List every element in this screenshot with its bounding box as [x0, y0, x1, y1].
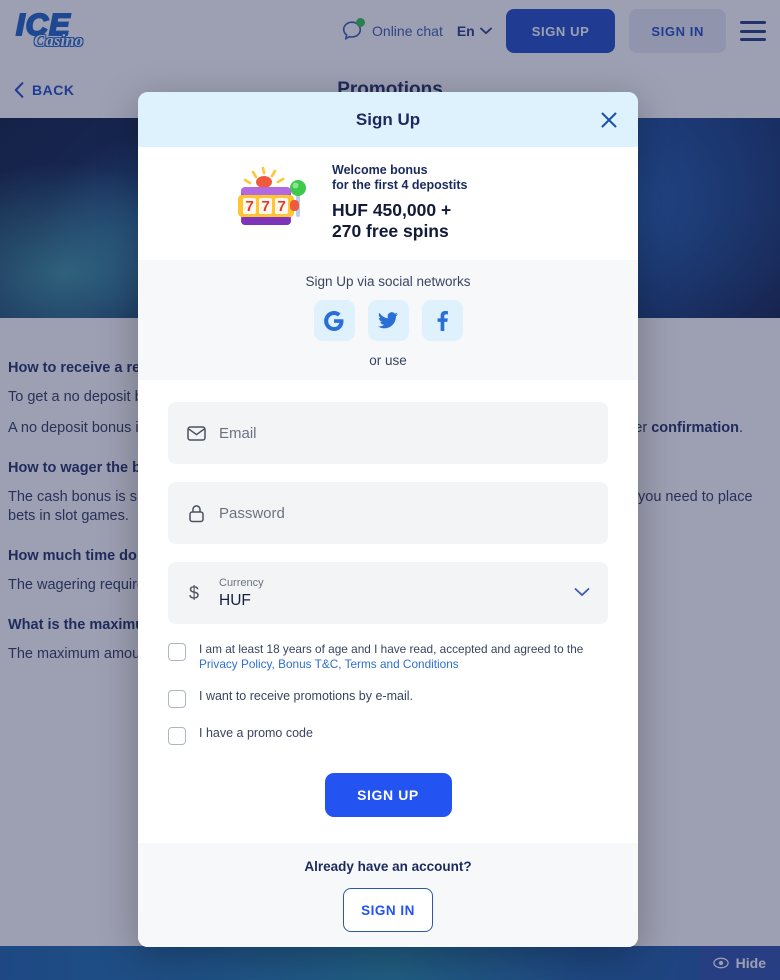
age-terms-label: I am at least 18 years of age and I have… — [199, 642, 608, 671]
google-signup-button[interactable] — [313, 300, 355, 341]
envelope-icon — [186, 423, 206, 443]
page-root: ICE Casino Online chat En SIGN UP SIGN I… — [0, 0, 780, 980]
facebook-icon — [437, 310, 448, 331]
bonus-line-2: for the first 4 depostits — [332, 178, 468, 192]
or-use-label: or use — [369, 353, 407, 368]
age-terms-checkbox[interactable] — [168, 643, 186, 661]
consent-checkbox-group: I am at least 18 years of age and I have… — [168, 642, 608, 745]
privacy-policy-link[interactable]: Privacy Policy, — [199, 657, 275, 671]
email-field[interactable]: Email — [168, 402, 608, 464]
svg-text:$: $ — [189, 583, 199, 603]
signup-modal: Sign Up 7 7 7 Welcome bonus for the firs… — [138, 92, 638, 947]
svg-text:7: 7 — [262, 198, 270, 215]
google-icon — [324, 310, 344, 331]
password-placeholder: Password — [219, 504, 285, 522]
modal-header: Sign Up — [138, 92, 638, 147]
welcome-bonus-banner: 777 Welcome bonus for the first 4 depost… — [138, 147, 638, 260]
currency-select[interactable]: $ Currency HUF — [168, 562, 608, 624]
password-field[interactable]: Password — [168, 482, 608, 544]
modal-footer: Already have an account? SIGN IN — [138, 843, 638, 947]
promo-code-checkbox[interactable] — [168, 727, 186, 745]
submit-row: SIGN UP — [168, 763, 608, 843]
promo-code-label: I have a promo code — [199, 726, 313, 740]
social-signup-title: Sign Up via social networks — [305, 274, 471, 289]
terms-conditions-link[interactable]: Terms and Conditions — [345, 657, 459, 671]
lock-icon — [186, 503, 206, 523]
svg-text:7: 7 — [246, 198, 254, 215]
svg-text:7: 7 — [278, 198, 286, 215]
promo-code-checkbox-row[interactable]: I have a promo code — [168, 726, 608, 745]
facebook-signup-button[interactable] — [421, 300, 463, 341]
modal-title: Sign Up — [355, 109, 421, 129]
bonus-line-1: Welcome bonus — [332, 163, 428, 177]
dollar-icon: $ — [186, 583, 206, 603]
social-buttons-row — [138, 300, 638, 341]
email-placeholder: Email — [219, 424, 257, 442]
bonus-text: Welcome bonus for the first 4 depostits … — [332, 163, 542, 242]
modal-signin-button[interactable]: SIGN IN — [343, 888, 433, 932]
twitter-signup-button[interactable] — [367, 300, 409, 341]
age-terms-checkbox-row[interactable]: I am at least 18 years of age and I have… — [168, 642, 608, 671]
slot-machine-icon: 777 — [238, 166, 306, 225]
promotions-checkbox[interactable] — [168, 690, 186, 708]
twitter-icon — [378, 311, 398, 328]
bonus-tc-link[interactable]: Bonus T&C, — [278, 657, 341, 671]
promotions-checkbox-row[interactable]: I want to receive promotions by e-mail. — [168, 689, 608, 708]
chevron-down-icon[interactable] — [574, 584, 590, 602]
social-signup-section: Sign Up via social networks or use — [138, 260, 638, 380]
signup-form: Email Password $ Currency HUF I am at le… — [138, 380, 638, 843]
signup-submit-button[interactable]: SIGN UP — [324, 773, 452, 817]
already-account-label: Already have an account? — [304, 859, 472, 874]
currency-label: Currency — [219, 577, 264, 590]
close-icon[interactable] — [596, 107, 622, 133]
currency-value: HUF — [219, 591, 251, 609]
promotions-label: I want to receive promotions by e-mail. — [199, 689, 413, 703]
age-terms-text: I am at least 18 years of age and I have… — [199, 642, 584, 656]
bonus-amount: HUF 450,000 + 270 free spins — [332, 200, 452, 241]
currency-value-group: Currency HUF — [219, 577, 264, 608]
